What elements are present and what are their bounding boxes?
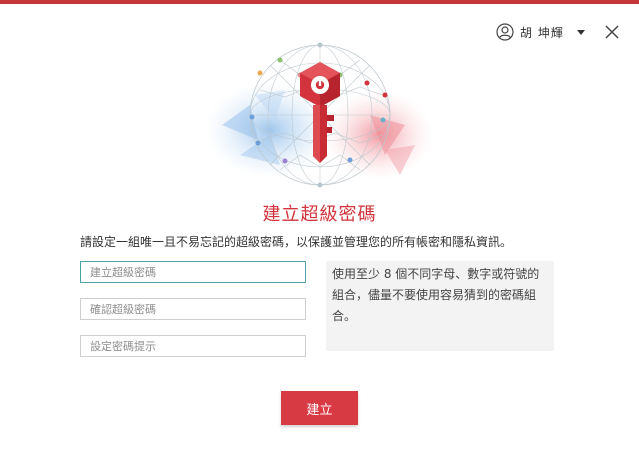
password-hint-input[interactable] — [80, 335, 306, 357]
user-name: 胡 坤輝 — [520, 25, 564, 40]
master-password-input[interactable] — [80, 261, 306, 283]
top-accent-bar — [0, 0, 639, 4]
page-title: 建立超級密碼 — [262, 204, 377, 225]
create-button[interactable]: 建立 — [281, 391, 358, 425]
key-logo-illustration — [205, 42, 433, 188]
close-icon[interactable] — [602, 22, 622, 42]
user-menu[interactable]: 胡 坤輝 — [496, 22, 586, 42]
user-avatar-icon — [496, 23, 514, 41]
password-requirements-hint: 使用至少 8 個不同字母、數字或符號的組合，儘量不要使用容易猜到的密碼組合。 — [326, 261, 554, 351]
caret-down-icon[interactable] — [576, 27, 586, 37]
confirm-password-input[interactable] — [80, 298, 306, 320]
page-subtitle: 請設定一組唯一且不易忘記的超級密碼，以保護並管理您的所有帳密和隱私資訊。 — [80, 235, 513, 249]
